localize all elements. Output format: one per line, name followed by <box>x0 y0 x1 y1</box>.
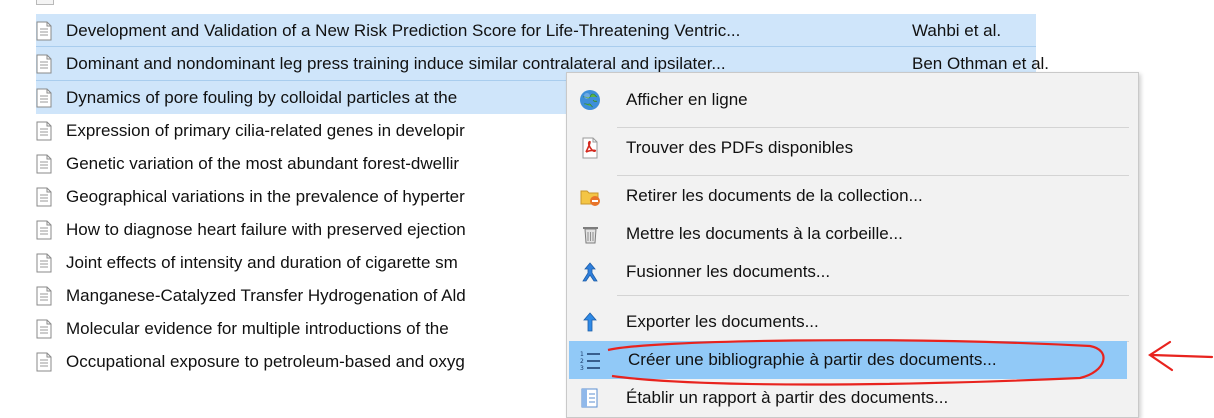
document-title: Dynamics of pore fouling by colloidal pa… <box>66 87 458 107</box>
menu-item-label: Exporter les documents... <box>626 312 819 331</box>
svg-text:2: 2 <box>580 358 584 365</box>
document-icon <box>36 319 52 338</box>
document-icon <box>36 253 52 272</box>
menu-item-label: Trouver des PDFs disponibles <box>626 138 854 157</box>
document-title: Development and Validation of a New Risk… <box>66 20 741 40</box>
table-row[interactable]: Development and Validation of a New Risk… <box>36 14 1036 47</box>
document-title: Dominant and nondominant leg press train… <box>66 53 726 73</box>
menu-item-trouver-pdfs[interactable]: Trouver des PDFs disponibles <box>567 129 1138 167</box>
document-icon <box>36 54 52 73</box>
menu-separator <box>617 175 1129 176</box>
menu-item-label: Mettre les documents à la corbeille... <box>626 224 903 243</box>
menu-item-label: Créer une bibliographie à partir des doc… <box>628 350 997 369</box>
export-icon <box>583 312 597 332</box>
document-icon <box>36 286 52 305</box>
list-top-edge <box>0 0 1214 6</box>
document-icon <box>36 352 52 371</box>
folder-remove-icon <box>580 190 600 206</box>
menu-item-afficher-en-ligne[interactable]: Afficher en ligne <box>567 81 1138 119</box>
globe-icon <box>580 90 600 110</box>
context-menu: Afficher en ligne Trouver des PDFs dispo… <box>566 72 1139 418</box>
document-author: Wahbi et al. <box>912 20 1002 40</box>
menu-item-label: Fusionner les documents... <box>626 262 831 281</box>
document-title: Molecular evidence for multiple introduc… <box>66 318 449 338</box>
document-title: Manganese-Catalyzed Transfer Hydrogenati… <box>66 285 466 305</box>
menu-item-label: Établir un rapport à partir des document… <box>626 388 949 407</box>
menu-item-creer-bibliographie[interactable]: 1 2 3 Créer une bibliographie à partir d… <box>569 341 1127 379</box>
menu-item-corbeille[interactable]: Mettre les documents à la corbeille... <box>567 215 1138 253</box>
document-icon <box>36 154 52 173</box>
menu-item-exporter[interactable]: Exporter les documents... <box>567 303 1138 341</box>
menu-item-retirer-collection[interactable]: Retirer les documents de la collection..… <box>567 177 1138 215</box>
report-icon <box>581 388 598 408</box>
pdf-icon <box>582 137 598 159</box>
document-title: Genetic variation of the most abundant f… <box>66 153 460 173</box>
merge-icon <box>582 262 598 282</box>
document-icon <box>36 187 52 206</box>
document-icon <box>36 88 52 107</box>
document-title: Occupational exposure to petroleum-based… <box>66 351 465 371</box>
document-icon <box>36 21 52 40</box>
document-author: Ben Othman et al. <box>912 53 1050 73</box>
menu-item-label: Afficher en ligne <box>626 90 748 109</box>
document-icon <box>36 121 52 140</box>
document-icon <box>36 220 52 239</box>
menu-separator <box>617 127 1129 128</box>
document-title: Joint effects of intensity and duration … <box>66 252 458 272</box>
menu-separator <box>617 295 1129 296</box>
menu-item-label: Retirer les documents de la collection..… <box>626 186 923 205</box>
menu-item-etablir-rapport[interactable]: Établir un rapport à partir des document… <box>567 379 1138 417</box>
document-title: Geographical variations in the prevalenc… <box>66 186 465 206</box>
svg-text:1: 1 <box>580 351 584 358</box>
menu-item-fusionner[interactable]: Fusionner les documents... <box>567 253 1138 291</box>
trash-icon <box>583 227 598 244</box>
bibliography-icon: 1 2 3 <box>580 351 600 371</box>
document-title: How to diagnose heart failure with prese… <box>66 219 466 239</box>
svg-text:3: 3 <box>580 365 584 371</box>
document-title: Expression of primary cilia-related gene… <box>66 120 465 140</box>
